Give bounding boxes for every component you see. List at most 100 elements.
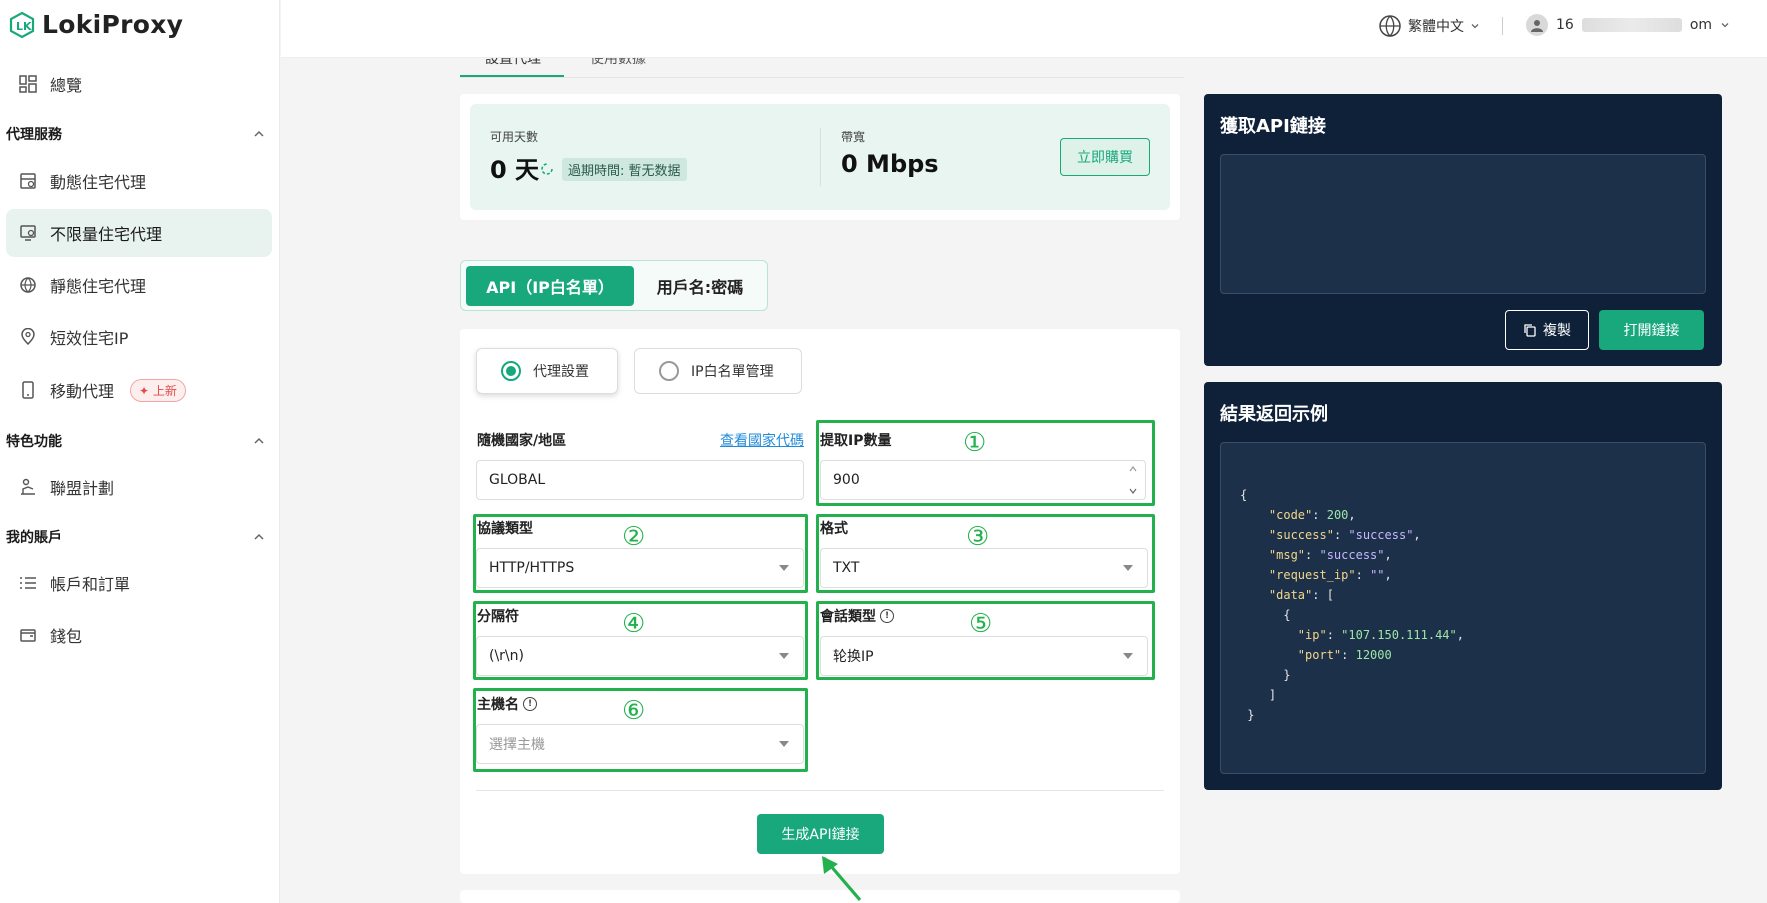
api-link-output[interactable] bbox=[1220, 154, 1706, 294]
hostname-label: 主機名 ! bbox=[477, 694, 537, 714]
sidebar-item-label: 移動代理 bbox=[50, 382, 115, 401]
chevron-up-icon bbox=[254, 437, 264, 444]
sidebar-item-static-residential[interactable]: 靜態住宅代理 bbox=[6, 261, 272, 309]
radio-ip-whitelist[interactable]: IP白名單管理 bbox=[634, 348, 802, 394]
marker-5: ⑤ bbox=[969, 609, 993, 639]
sidebar-item-affiliate[interactable]: 聯盟計劃 bbox=[6, 463, 272, 511]
country-input[interactable]: GLOBAL bbox=[476, 460, 804, 500]
user-menu-overlay[interactable]: 16 om bbox=[1526, 14, 1730, 36]
user-email-redacted bbox=[1581, 18, 1682, 32]
expire-chip: 過期時間: 暫无数据 bbox=[562, 158, 687, 181]
hostname-select[interactable]: 選擇主機 bbox=[476, 724, 804, 764]
group-label: 我的賬戶 bbox=[6, 530, 62, 546]
sidebar-item-account-orders[interactable]: 帳戶和訂單 bbox=[6, 559, 272, 607]
auth-mode-tabs: API（IP白名單） 用戶名:密碼 bbox=[460, 260, 768, 311]
user-icon bbox=[1531, 20, 1543, 32]
dropdown-caret-icon bbox=[779, 653, 789, 659]
tab-api-whitelist[interactable]: API（IP白名單） bbox=[466, 266, 634, 306]
sidebar-item-label: 錢包 bbox=[50, 627, 83, 646]
radio-label: 代理設置 bbox=[533, 364, 589, 380]
sidebar-group-my-account[interactable]: 我的賬戶 bbox=[6, 527, 266, 547]
number-stepper[interactable] bbox=[1125, 465, 1141, 495]
protocol-label: 協議類型 bbox=[477, 521, 533, 537]
refresh-icon[interactable] bbox=[540, 162, 554, 176]
format-select[interactable]: TXT bbox=[820, 548, 1148, 588]
days-label: 可用天數 bbox=[490, 130, 539, 144]
sidebar-group-proxy-services[interactable]: 代理服務 bbox=[6, 124, 266, 144]
sidebar-item-wallet[interactable]: 錢包 bbox=[6, 611, 272, 659]
dashboard-icon bbox=[18, 74, 38, 94]
form-divider bbox=[476, 790, 1164, 791]
info-icon[interactable]: ! bbox=[880, 609, 894, 623]
marker-1: ① bbox=[963, 428, 987, 458]
separator-select[interactable]: (\r\n) bbox=[476, 636, 804, 676]
copy-button[interactable]: 複製 bbox=[1505, 310, 1589, 350]
country-label: 隨機國家/地區 bbox=[477, 433, 567, 449]
session-type-select[interactable]: 轮换IP bbox=[820, 636, 1148, 676]
stats-divider bbox=[820, 128, 821, 186]
mobile-icon bbox=[18, 380, 38, 400]
chevron-up-icon bbox=[254, 533, 264, 540]
chevron-down-icon bbox=[1471, 24, 1479, 29]
brand-logo[interactable]: LK LokiProxy bbox=[8, 10, 183, 39]
wallet-icon bbox=[18, 625, 38, 645]
separator-label: 分隔符 bbox=[477, 609, 519, 625]
language-selector-overlay[interactable]: 繁體中文 bbox=[1378, 14, 1480, 38]
list-icon bbox=[18, 573, 38, 593]
globe-icon bbox=[18, 275, 38, 295]
sidebar-item-label: 聯盟計劃 bbox=[50, 479, 115, 498]
open-link-button[interactable]: 打開鏈接 bbox=[1599, 310, 1704, 350]
user-email-suffix: om bbox=[1689, 17, 1713, 33]
ip-count-label: 提取IP數量 bbox=[820, 433, 892, 449]
sidebar-item-unlimited-residential[interactable]: 不限量住宅代理 bbox=[6, 209, 272, 257]
chevron-down-icon[interactable] bbox=[1128, 487, 1138, 495]
marker-6: ⑥ bbox=[622, 696, 646, 726]
radio-proxy-settings[interactable]: 代理設置 bbox=[476, 348, 618, 394]
sidebar-item-short-term-ip[interactable]: 短效住宅IP bbox=[6, 313, 272, 361]
header-divider bbox=[1502, 17, 1503, 35]
generate-api-link-button[interactable]: 生成API鏈接 bbox=[757, 814, 884, 854]
tab-setup-proxy[interactable]: 設置代理 bbox=[485, 48, 541, 68]
section-tabs: 設置代理 使用數據 bbox=[460, 48, 1184, 78]
protocol-value: HTTP/HTTPS bbox=[489, 560, 575, 576]
active-tab-indicator bbox=[460, 75, 564, 77]
separator-value: (\r\n) bbox=[489, 648, 524, 664]
sidebar-item-overview[interactable]: 總覽 bbox=[6, 60, 272, 108]
loki-logo-icon: LK bbox=[9, 11, 35, 38]
session-type-value: 轮换IP bbox=[833, 649, 874, 665]
dropdown-caret-icon bbox=[779, 565, 789, 571]
sidebar: LK LokiProxy 總覽 代理服務 動態住宅代理 不限量住宅代理 靜態住宅… bbox=[0, 0, 280, 903]
sidebar-item-label: 總覽 bbox=[50, 76, 83, 95]
view-country-codes-link[interactable]: 查看國家代碼 bbox=[720, 430, 804, 450]
tab-usage-data[interactable]: 使用數據 bbox=[590, 48, 646, 68]
sidebar-item-mobile-proxy[interactable]: 移動代理 ✦ 上新 bbox=[6, 366, 272, 414]
group-label: 代理服務 bbox=[6, 127, 62, 143]
hostname-placeholder: 選擇主機 bbox=[489, 737, 545, 753]
bandwidth-label: 帶寬 bbox=[841, 130, 866, 144]
chevron-up-icon[interactable] bbox=[1128, 465, 1138, 473]
sidebar-item-dynamic-residential[interactable]: 動態住宅代理 bbox=[6, 157, 272, 205]
tab-username-password[interactable]: 用戶名:密碼 bbox=[641, 266, 759, 306]
dropdown-caret-icon bbox=[1123, 565, 1133, 571]
radio-label: IP白名單管理 bbox=[691, 364, 774, 380]
sidebar-group-special-features[interactable]: 特色功能 bbox=[6, 431, 266, 451]
buy-now-button[interactable]: 立即購買 bbox=[1060, 138, 1150, 176]
sidebar-item-label: 不限量住宅代理 bbox=[50, 225, 163, 244]
session-type-label: 會話類型 ! bbox=[820, 606, 894, 626]
svg-text:LK: LK bbox=[16, 20, 32, 33]
location-pin-icon bbox=[18, 327, 38, 347]
unlimited-residential-icon bbox=[18, 223, 38, 243]
group-label: 特色功能 bbox=[6, 434, 62, 450]
hostname-label-text: 主機名 bbox=[477, 697, 519, 713]
bandwidth-value: 0 Mbps bbox=[841, 150, 939, 178]
language-label: 繁體中文 bbox=[1408, 19, 1464, 35]
session-type-label-text: 會話類型 bbox=[820, 609, 876, 625]
user-email-prefix: 16 bbox=[1556, 17, 1574, 33]
affiliate-icon bbox=[18, 477, 38, 497]
info-icon[interactable]: ! bbox=[523, 697, 537, 711]
protocol-select[interactable]: HTTP/HTTPS bbox=[476, 548, 804, 588]
ip-count-input[interactable]: 900 bbox=[820, 460, 1146, 500]
brand-name: LokiProxy bbox=[42, 10, 184, 39]
radio-indicator-off bbox=[659, 361, 679, 381]
sidebar-item-label: 帳戶和訂單 bbox=[50, 575, 131, 594]
